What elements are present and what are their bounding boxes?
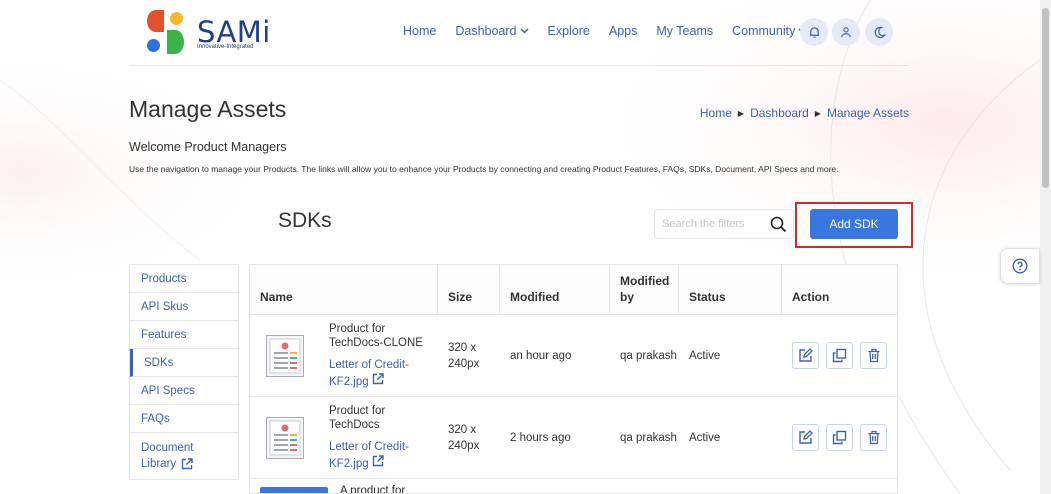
nav-dashboard-label: Dashboard [455, 24, 517, 38]
copy-button[interactable] [826, 342, 853, 369]
nav-dashboard[interactable]: Dashboard [455, 24, 529, 38]
trash-icon [868, 348, 879, 363]
nav-explore[interactable]: Explore [548, 24, 590, 38]
nav-my-teams-label: My Teams [656, 24, 714, 38]
file-link-label: Letter of Credit-KF2.jpg [329, 440, 409, 470]
edit-button[interactable] [792, 424, 819, 451]
file-link[interactable]: Letter of Credit-KF2.jpg [329, 439, 424, 472]
edit-button[interactable] [792, 342, 819, 369]
asset-sidebar: Products API Skus Features SDKs API Spec… [129, 264, 239, 480]
modified-cell: 2 hours ago [510, 431, 571, 444]
header-size[interactable]: Size [438, 265, 500, 314]
breadcrumb-manage-assets[interactable]: Manage Assets [827, 106, 909, 120]
copy-icon [832, 348, 847, 363]
search-box [654, 209, 794, 239]
status-cell: Active [689, 431, 721, 444]
size-value: 320 x 240px [448, 423, 480, 452]
table-header: Name Size Modified Modified by Status Ac… [250, 265, 897, 315]
header-modified[interactable]: Modified [500, 265, 610, 314]
edit-icon [799, 430, 813, 444]
search-icon[interactable] [770, 216, 787, 238]
page-title: Manage Assets [129, 96, 287, 122]
user-icon [841, 27, 851, 38]
nav-home-label: Home [403, 24, 437, 38]
nav-explore-label: Explore [547, 24, 590, 38]
external-link-icon [372, 372, 384, 388]
delete-button[interactable] [860, 424, 887, 451]
breadcrumb-dashboard[interactable]: Dashboard [750, 106, 809, 120]
sidebar-item-features[interactable]: Features [130, 321, 238, 349]
nav-my-teams[interactable]: My Teams [656, 24, 713, 38]
copy-icon [832, 430, 847, 445]
bell-icon [809, 26, 819, 38]
caret-right-icon: ▶ [737, 108, 745, 118]
table-row: Product for TechDocs Letter of Credit-KF… [250, 397, 897, 479]
header-name[interactable]: Name [250, 265, 438, 314]
action-cell [782, 315, 897, 396]
header-status[interactable]: Status [679, 265, 782, 314]
sidebar-item-products[interactable]: Products [130, 265, 238, 293]
top-header: SAMi Innovative-Integrated Home Dashboar… [129, 0, 909, 66]
table-row: Product for TechDocs-CLONE Letter of Cre… [250, 315, 897, 397]
action-cell [782, 397, 897, 478]
search-input[interactable] [662, 218, 767, 230]
external-link-icon [372, 454, 384, 470]
sdk-table: Name Size Modified Modified by Status Ac… [249, 264, 898, 494]
section-title: SDKs [278, 209, 332, 232]
breadcrumb: Home ▶ Dashboard ▶ Manage Assets [700, 106, 909, 120]
theme-toggle-button[interactable] [865, 18, 893, 46]
sidebar-item-document-library[interactable]: Document Library [130, 433, 238, 479]
modified-cell: an hour ago [510, 349, 572, 362]
help-button[interactable] [1000, 248, 1040, 284]
sidebar-item-api-specs[interactable]: API Specs [130, 377, 238, 405]
file-link-label: Letter of Credit-KF2.jpg [329, 358, 409, 388]
trash-icon [868, 430, 879, 445]
sdk-thumbnail[interactable] [260, 487, 328, 493]
header-action: Action [792, 290, 830, 304]
table-row: A product for [250, 479, 897, 494]
product-name: A product for [340, 485, 406, 494]
product-name: Product for TechDocs-CLONE [329, 322, 423, 349]
status-cell: Active [689, 349, 721, 362]
modified-by-cell: qa prakash [620, 349, 677, 362]
help-icon [1012, 258, 1028, 274]
nav-home[interactable]: Home [403, 24, 436, 38]
size-value: 320 x 240px [448, 341, 480, 370]
chevron-down-icon [519, 26, 529, 36]
nav-community[interactable]: Community [732, 24, 807, 38]
product-name: Product for TechDocs [329, 404, 386, 431]
welcome-heading: Welcome Product Managers [129, 140, 287, 154]
size-cell: 320 x 240px [438, 397, 500, 478]
sdk-thumbnail[interactable] [266, 334, 304, 377]
add-sdk-button[interactable]: Add SDK [810, 209, 898, 239]
sidebar-item-faqs[interactable]: FAQs [130, 405, 238, 433]
moon-icon [874, 26, 886, 38]
scrollbar-thumb[interactable] [1042, 8, 1049, 188]
header-modified-by[interactable]: Modified by [610, 265, 679, 314]
sidebar-item-sdks[interactable]: SDKs [130, 349, 238, 377]
edit-icon [799, 348, 813, 362]
delete-button[interactable] [860, 342, 887, 369]
brand-logo[interactable]: SAMi Innovative-Integrated [145, 10, 271, 56]
external-link-icon [181, 458, 193, 475]
caret-right-icon: ▶ [814, 108, 821, 118]
nav-community-label: Community [732, 24, 796, 38]
modified-by-cell: qa prakash [620, 431, 677, 444]
nav-apps-label: Apps [608, 24, 638, 38]
main-nav: Home Dashboard Explore Apps My Teams Com… [403, 24, 826, 38]
profile-button[interactable] [832, 18, 860, 46]
scrollbar[interactable] [1040, 0, 1051, 494]
file-link[interactable]: Letter of Credit-KF2.jpg [329, 357, 424, 390]
logo-mark-icon [145, 10, 187, 56]
notifications-button[interactable] [800, 18, 828, 46]
size-cell: 320 x 240px [438, 315, 500, 396]
breadcrumb-home[interactable]: Home [700, 106, 732, 120]
sidebar-item-api-skus[interactable]: API Skus [130, 293, 238, 321]
nav-apps[interactable]: Apps [609, 24, 638, 38]
sdk-thumbnail[interactable] [266, 416, 304, 459]
brand-name: SAMi [197, 14, 271, 49]
copy-button[interactable] [826, 424, 853, 451]
page-description: Use the navigation to manage your Produc… [129, 164, 839, 174]
